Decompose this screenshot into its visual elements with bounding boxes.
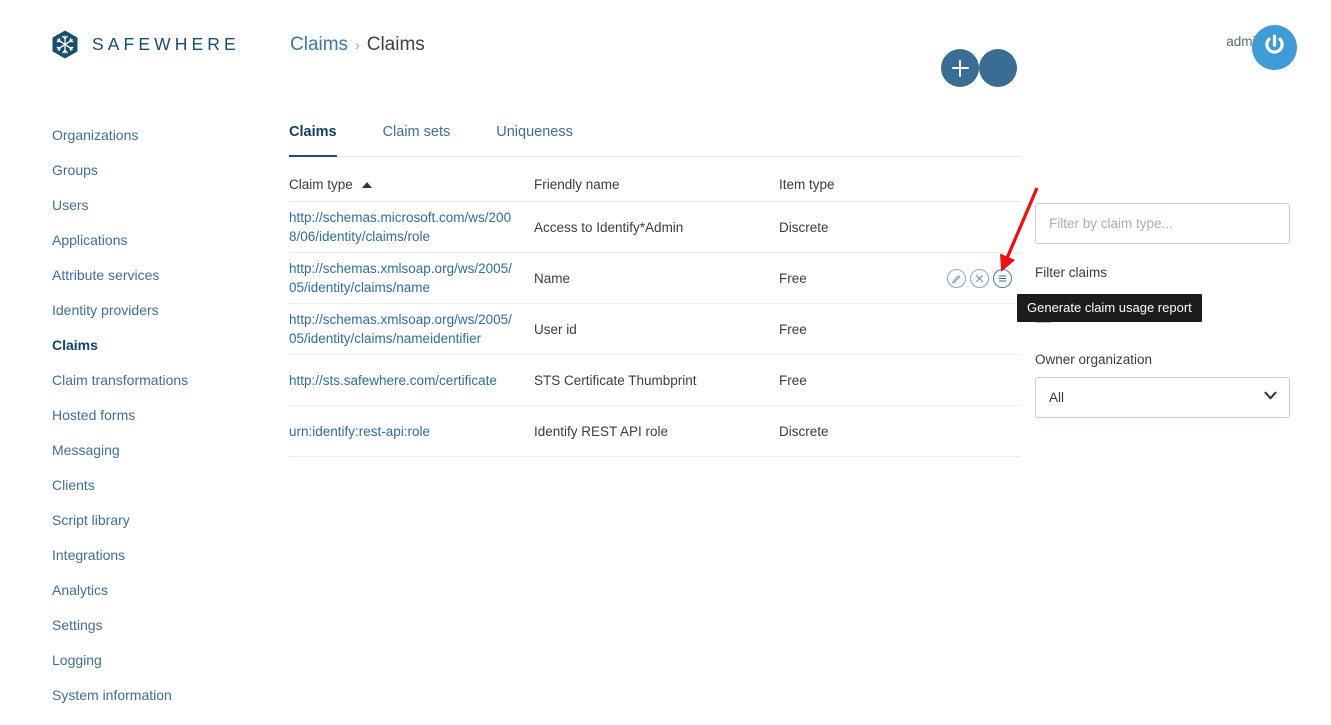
tab-claims[interactable]: Claims	[289, 124, 337, 156]
page-menu-button[interactable]	[979, 49, 1017, 87]
cell-item-type: Discrete	[779, 424, 939, 439]
claims-table: Claim type Friendly name Item type http:…	[289, 168, 1021, 457]
column-header-claim-type[interactable]: Claim type	[289, 177, 534, 192]
cell-actions	[939, 269, 1021, 288]
sidebar-item-groups[interactable]: Groups	[52, 161, 267, 196]
column-header-friendly-name[interactable]: Friendly name	[534, 177, 779, 192]
cell-claim-type: http://schemas.microsoft.com/ws/2008/06/…	[289, 208, 534, 246]
power-icon	[1261, 32, 1288, 64]
plus-icon	[952, 60, 969, 77]
owner-organization-select-wrap: All	[1035, 377, 1290, 418]
sidebar-item-identity-providers[interactable]: Identity providers	[52, 301, 267, 336]
cell-friendly-name: Name	[534, 271, 779, 286]
table-row[interactable]: http://schemas.xmlsoap.org/ws/2005/05/id…	[289, 304, 1021, 355]
breadcrumb-parent-link[interactable]: Claims	[290, 34, 348, 56]
table-row[interactable]: http://sts.safewhere.com/certificate STS…	[289, 355, 1021, 406]
table-row[interactable]: urn:identify:rest-api:role Identify REST…	[289, 406, 1021, 457]
sidebar-item-attribute-services[interactable]: Attribute services	[52, 266, 267, 301]
table-header-row: Claim type Friendly name Item type	[289, 168, 1021, 202]
breadcrumb-current: Claims	[367, 34, 425, 56]
sidebar-item-system-information[interactable]: System information	[52, 686, 267, 721]
filter-claim-type-input[interactable]	[1035, 203, 1290, 244]
close-x-icon	[974, 273, 985, 284]
app-root: SAFEWHERE Claims › Claims admin Organiza…	[0, 0, 1331, 725]
sidebar-item-logging[interactable]: Logging	[52, 651, 267, 686]
cell-item-type: Free	[779, 271, 939, 286]
owner-organization-select[interactable]: All	[1035, 377, 1290, 418]
breadcrumb: Claims › Claims	[290, 34, 425, 56]
sidebar-item-settings[interactable]: Settings	[52, 616, 267, 651]
sidebar-nav: Organizations Groups Users Applications …	[52, 126, 267, 721]
cell-item-type: Discrete	[779, 220, 939, 235]
sidebar-item-users[interactable]: Users	[52, 196, 267, 231]
tab-bar: Claims Claim sets Uniqueness	[289, 124, 1021, 157]
cell-friendly-name: STS Certificate Thumbprint	[534, 373, 779, 388]
list-hamburger-icon	[997, 273, 1008, 284]
sidebar-item-analytics[interactable]: Analytics	[52, 581, 267, 616]
breadcrumb-separator-icon: ›	[355, 37, 360, 53]
cell-claim-type: urn:identify:rest-api:role	[289, 422, 534, 441]
delete-claim-button[interactable]	[970, 269, 989, 288]
owner-organization-label: Owner organization	[1035, 352, 1290, 367]
sidebar-item-script-library[interactable]: Script library	[52, 511, 267, 546]
sidebar-item-claims[interactable]: Claims	[52, 336, 267, 371]
cell-item-type: Free	[779, 322, 939, 337]
column-header-item-type[interactable]: Item type	[779, 177, 939, 192]
sidebar-item-organizations[interactable]: Organizations	[52, 126, 267, 161]
sidebar-item-claim-transformations[interactable]: Claim transformations	[52, 371, 267, 406]
user-avatar[interactable]	[1252, 25, 1297, 70]
sort-ascending-icon	[362, 182, 372, 188]
sidebar-item-hosted-forms[interactable]: Hosted forms	[52, 406, 267, 441]
tooltip-generate-claim-usage-report: Generate claim usage report	[1017, 294, 1202, 322]
pencil-icon	[951, 273, 962, 284]
tab-claim-sets[interactable]: Claim sets	[383, 124, 451, 156]
brand-name: SAFEWHERE	[92, 34, 240, 55]
table-row[interactable]: http://schemas.xmlsoap.org/ws/2005/05/id…	[289, 253, 1021, 304]
column-header-claim-type-label: Claim type	[289, 177, 353, 192]
tab-uniqueness[interactable]: Uniqueness	[496, 124, 573, 156]
sidebar-item-integrations[interactable]: Integrations	[52, 546, 267, 581]
edit-claim-button[interactable]	[947, 269, 966, 288]
cell-friendly-name: Identify REST API role	[534, 424, 779, 439]
cell-claim-type: http://sts.safewhere.com/certificate	[289, 371, 534, 390]
snowflake-hex-icon	[52, 30, 78, 59]
row-action-buttons	[947, 269, 1012, 288]
table-row[interactable]: http://schemas.microsoft.com/ws/2008/06/…	[289, 202, 1021, 253]
filter-claims-label: Filter claims	[1035, 265, 1290, 280]
sidebar-item-messaging[interactable]: Messaging	[52, 441, 267, 476]
sidebar-item-clients[interactable]: Clients	[52, 476, 267, 511]
claim-usage-report-button[interactable]	[993, 269, 1012, 288]
brand-logo[interactable]: SAFEWHERE	[52, 30, 240, 59]
cell-item-type: Free	[779, 373, 939, 388]
cell-claim-type: http://schemas.xmlsoap.org/ws/2005/05/id…	[289, 310, 534, 348]
cell-friendly-name: Access to Identify*Admin	[534, 220, 779, 235]
add-claim-button[interactable]	[941, 49, 979, 87]
cell-friendly-name: User id	[534, 322, 779, 337]
sidebar-item-applications[interactable]: Applications	[52, 231, 267, 266]
cell-claim-type: http://schemas.xmlsoap.org/ws/2005/05/id…	[289, 259, 534, 297]
